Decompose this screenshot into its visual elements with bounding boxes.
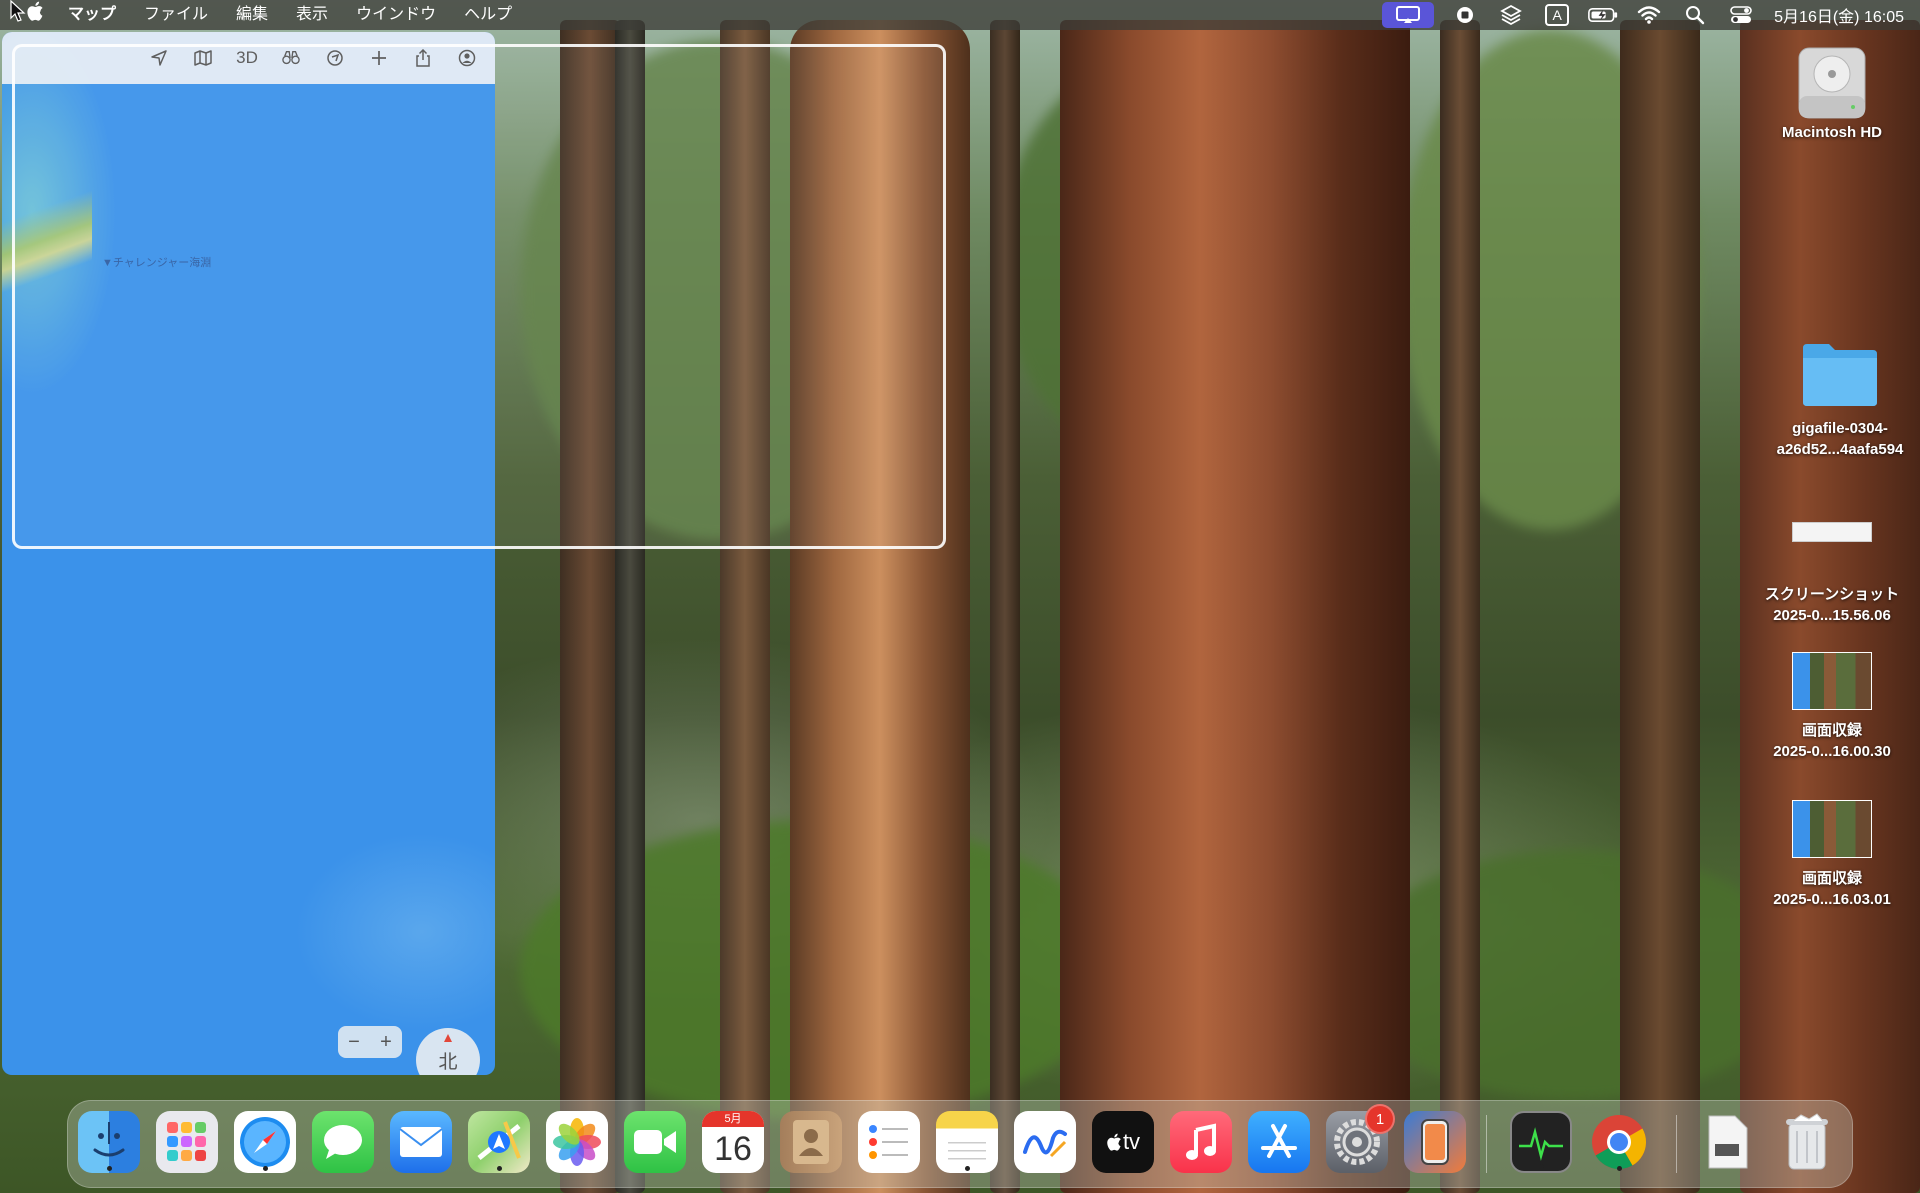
- dock-apple-tv[interactable]: tv: [1092, 1111, 1154, 1173]
- folder-icon: [1803, 344, 1877, 406]
- dock-launchpad[interactable]: [156, 1111, 218, 1173]
- dock-chrome[interactable]: [1588, 1111, 1650, 1173]
- desktop-icon-gigafile-folder[interactable]: gigafile-0304- a26d52...4aafa594: [1760, 340, 1920, 460]
- desktop-icon-macintosh-hd[interactable]: Macintosh HD: [1752, 44, 1912, 143]
- freeform-scribble-icon: [1023, 1129, 1067, 1158]
- dock-photos[interactable]: [546, 1111, 608, 1173]
- desktop-icon-label: スクリーンショット: [1764, 586, 1900, 603]
- menu-help[interactable]: ヘルプ: [450, 0, 526, 30]
- dock-downloads-stack[interactable]: [1696, 1111, 1758, 1173]
- trash-icon: [1786, 1113, 1828, 1170]
- running-indicator: [1616, 1166, 1622, 1171]
- menu-maps[interactable]: マップ: [54, 0, 130, 30]
- running-indicator: [1538, 1164, 1544, 1169]
- spotlight-search-icon[interactable]: [1680, 3, 1710, 27]
- desktop-icon-label: 画面収録: [1801, 722, 1862, 739]
- photos-flower-icon: [553, 1118, 601, 1166]
- zoom-out-button[interactable]: −: [348, 1031, 360, 1054]
- dock-iphone-mirroring[interactable]: [1404, 1111, 1466, 1173]
- desktop-icon-label: 画面収録: [1801, 870, 1862, 887]
- launchpad-grid-icon: [167, 1122, 206, 1161]
- dock-notes[interactable]: [936, 1111, 998, 1173]
- dock-activity-monitor[interactable]: [1510, 1111, 1572, 1173]
- apple-menu-icon[interactable]: [0, 0, 54, 30]
- tv-label: tv: [1122, 1129, 1141, 1154]
- dock-music[interactable]: [1170, 1111, 1232, 1173]
- dock-facetime[interactable]: [624, 1111, 686, 1173]
- desktop-icon-label: gigafile-0304-: [1792, 420, 1888, 437]
- dock-reminders[interactable]: [858, 1111, 920, 1173]
- dock: 5月 16 tv: [67, 1100, 1853, 1188]
- menu-clock[interactable]: 5月16日(金) 16:05: [1774, 3, 1904, 27]
- compass-button[interactable]: 北: [416, 1028, 480, 1075]
- document-stack-icon: [1708, 1115, 1748, 1169]
- music-note-icon: [1186, 1123, 1216, 1160]
- settings-notification-badge: 1: [1365, 1104, 1395, 1134]
- maps-icon: [477, 1121, 521, 1160]
- contacts-icon: [793, 1120, 829, 1164]
- desktop-icon-label: a26d52...4aafa594: [1776, 441, 1904, 458]
- wifi-icon[interactable]: [1634, 3, 1664, 27]
- running-indicator: [106, 1166, 112, 1171]
- running-indicator: [496, 1166, 502, 1171]
- dock-mail[interactable]: [390, 1111, 452, 1173]
- envelope-icon: [399, 1127, 443, 1157]
- menu-extras: A 5月16日(金) 16:05: [1374, 0, 1920, 30]
- dock-separator: [1486, 1115, 1487, 1173]
- notes-lines-icon: [948, 1142, 986, 1160]
- dock-separator: [1676, 1115, 1677, 1173]
- message-bubble-icon: [324, 1125, 362, 1159]
- dock-app-store[interactable]: [1248, 1111, 1310, 1173]
- desktop-icon-label: Macintosh HD: [1781, 124, 1882, 141]
- hard-drive-icon: [1798, 47, 1866, 119]
- menu-bar: マップ ファイル 編集 表示 ウインドウ ヘルプ A 5月16日(金) 16:0…: [0, 0, 1920, 30]
- desktop-icon-recording-2[interactable]: 画面収録 2025-0...16.03.01: [1752, 800, 1912, 910]
- desktop-icon-label: 2025-0...15.56.06: [1773, 607, 1891, 624]
- dock-freeform[interactable]: [1014, 1111, 1076, 1173]
- calendar-month: 5月: [702, 1111, 764, 1127]
- zoom-control: − +: [338, 1026, 402, 1058]
- calendar-day: 16: [714, 1130, 752, 1168]
- screen-record-icon[interactable]: [1450, 3, 1480, 27]
- desktop-icon-recording-1[interactable]: 画面収録 2025-0...16.00.30: [1752, 652, 1912, 762]
- dock-maps[interactable]: [468, 1111, 530, 1173]
- screenshot-selection-rect[interactable]: [12, 44, 946, 549]
- menu-view[interactable]: 表示: [282, 0, 342, 30]
- dock-safari[interactable]: [234, 1111, 296, 1173]
- activity-graph-icon: [1519, 1127, 1563, 1161]
- safari-compass-icon: [240, 1117, 290, 1167]
- video-thumbnail: [1792, 800, 1872, 858]
- menu-edit[interactable]: 編集: [222, 0, 282, 30]
- app-store-icon: [1261, 1124, 1297, 1158]
- iphone-icon: [1421, 1119, 1449, 1165]
- desktop-icon-screenshot[interactable]: スクリーンショット 2025-0...15.56.06: [1752, 522, 1912, 626]
- chrome-icon: [1592, 1115, 1646, 1170]
- layers-icon[interactable]: [1496, 3, 1526, 27]
- dock-contacts[interactable]: [780, 1111, 842, 1173]
- menu-file[interactable]: ファイル: [130, 0, 222, 30]
- compass-label: 北: [438, 1051, 458, 1073]
- dock-messages[interactable]: [312, 1111, 374, 1173]
- control-center-icon[interactable]: [1726, 3, 1756, 27]
- input-source-label: A: [1545, 4, 1569, 26]
- apple-logo-icon: [1107, 1133, 1121, 1151]
- video-thumbnail: [1792, 652, 1872, 710]
- screenshot-thumbnail: [1792, 522, 1872, 542]
- input-source-icon[interactable]: A: [1542, 3, 1572, 27]
- battery-icon[interactable]: [1588, 3, 1618, 27]
- mouse-pointer-icon: [10, 0, 26, 22]
- dock-finder[interactable]: [78, 1111, 140, 1173]
- video-camera-icon: [634, 1130, 676, 1154]
- screen-mirroring-icon[interactable]: [1382, 2, 1435, 28]
- desktop-icon-label: 2025-0...16.00.30: [1773, 743, 1891, 760]
- desktop-icon-label: 2025-0...16.03.01: [1773, 891, 1891, 908]
- running-indicator: [262, 1166, 268, 1171]
- dock-trash[interactable]: [1776, 1111, 1838, 1173]
- zoom-in-button[interactable]: +: [380, 1031, 392, 1054]
- dock-calendar[interactable]: 5月 16: [702, 1111, 764, 1173]
- menu-window[interactable]: ウインドウ: [342, 0, 450, 30]
- running-indicator: [964, 1166, 970, 1171]
- finder-icon: [93, 1122, 125, 1157]
- reminders-list-icon: [869, 1125, 908, 1159]
